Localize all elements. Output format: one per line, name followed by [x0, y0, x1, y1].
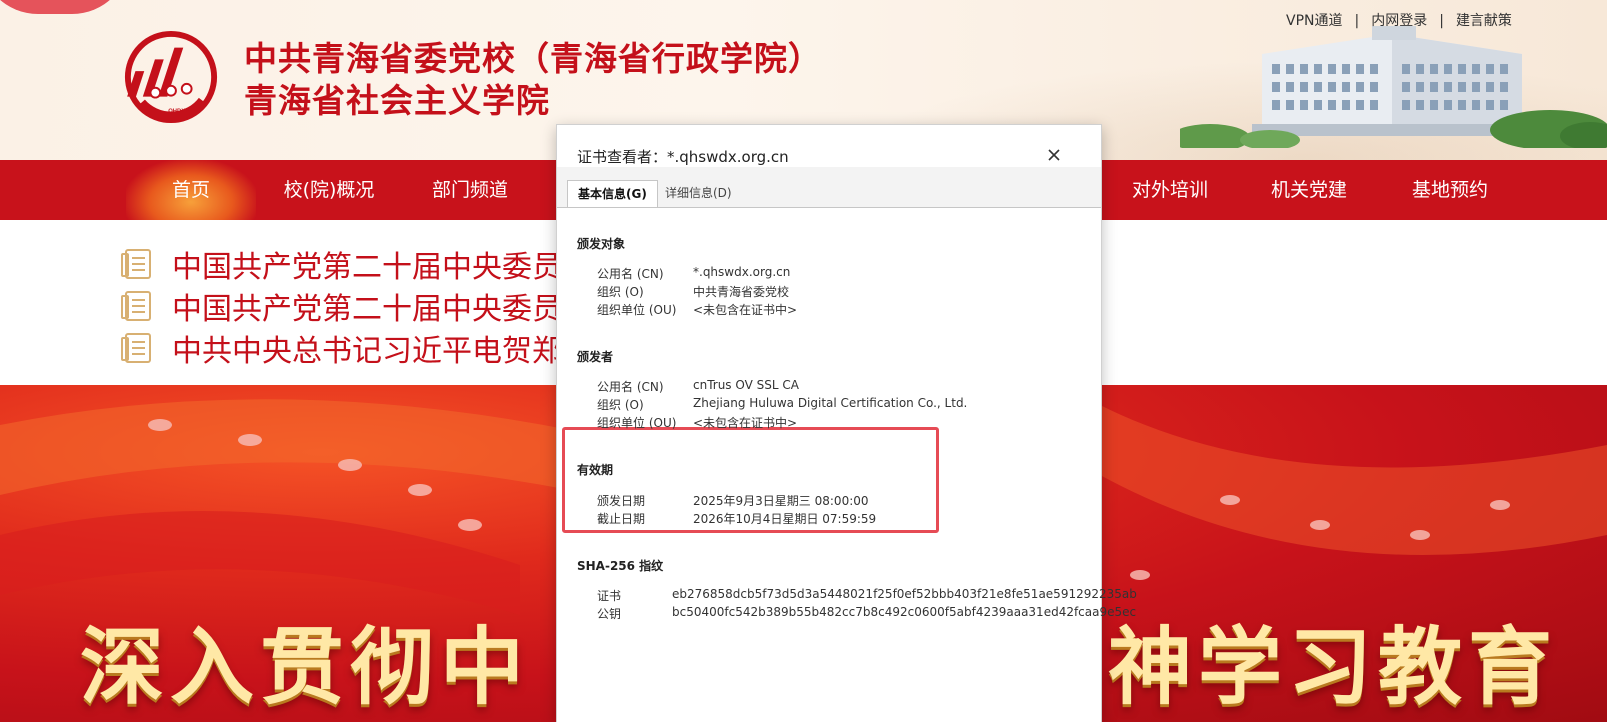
news-title: 中共中央总书记习近平电贺郑 [172, 334, 562, 369]
nav-base-booking[interactable]: 基地预约 [1385, 160, 1515, 220]
close-icon[interactable] [1042, 143, 1066, 167]
certificate-viewer-dialog: 证书查看者：*.qhswdx.org.cn 颁发对象 公用名 (CN) *.qh… [556, 124, 1137, 722]
field-label: 公用名 (CN) [597, 380, 664, 394]
dialog-body: 颁发对象 公用名 (CN) *.qhswdx.org.cn 组织 (O) 中共青… [557, 207, 1137, 722]
corner-swoosh-decoration [0, 0, 130, 14]
public-key-fingerprint: bc50400fc542b389b55b482cc7b8c492c0600f5a… [672, 605, 1137, 619]
news-title: 中国共产党第二十届中央委员 [172, 250, 562, 285]
field-value: 中共青海省委党校 [693, 285, 790, 299]
field-label: 截止日期 [597, 512, 646, 526]
field-value: 2026年10月4日星期日 07:59:59 [693, 512, 877, 526]
field-label: 组织 (O) [597, 398, 644, 412]
list-item[interactable]: 中国共产党第二十届中央委员 [120, 244, 562, 285]
section-heading-validity: 有效期 [577, 463, 614, 477]
document-icon [121, 249, 151, 279]
banner-slogan-left: 深入贯彻中 [80, 617, 531, 716]
section-heading-fingerprints: SHA-256 指纹 [577, 559, 664, 573]
toplink-separator: | [1439, 13, 1444, 29]
list-item[interactable]: 中国共产党第二十届中央委员 [120, 286, 562, 327]
field-value: <未包含在证书中> [693, 303, 798, 317]
site-title-line2: 青海省社会主义学院 [244, 81, 550, 120]
intranet-login-link[interactable]: 内网登录 [1371, 10, 1427, 30]
field-value: *.qhswdx.org.cn [693, 265, 791, 279]
vpn-link[interactable]: VPN通道 [1286, 10, 1343, 30]
field-label: 组织 (O) [597, 285, 644, 299]
nav-department-channel[interactable]: 部门频道 [405, 160, 535, 220]
section-heading-subject: 颁发对象 [577, 237, 626, 251]
list-item[interactable]: 中共中央总书记习近平电贺郑 [120, 328, 562, 369]
field-label: 组织单位 (OU) [597, 303, 677, 317]
field-label: 颁发日期 [597, 494, 646, 508]
site-title[interactable]: 中共青海省委党校（青海省行政学院） 青海省社会主义学院 [244, 38, 822, 122]
party-school-logo-icon[interactable]: QHDXB [122, 28, 220, 126]
nav-home[interactable]: 首页 [126, 160, 256, 220]
certificate-fingerprint: eb276858dcb5f73d5d3a5448021f25f0ef52bbb4… [672, 587, 1137, 601]
document-icon [121, 333, 151, 363]
nav-party-building[interactable]: 机关党建 [1244, 160, 1374, 220]
suggestion-link[interactable]: 建言献策 [1456, 10, 1512, 30]
field-label: 证书 [597, 589, 622, 603]
news-title: 中国共产党第二十届中央委员 [172, 292, 562, 327]
field-value: Zhejiang Huluwa Digital Certification Co… [693, 396, 968, 410]
trees-decoration [1180, 110, 1607, 148]
tab-details[interactable]: 详细信息(D) [655, 180, 742, 207]
nav-school-overview[interactable]: 校(院)概况 [264, 160, 394, 220]
field-value: cnTrus OV SSL CA [693, 378, 799, 392]
site-title-line1: 中共青海省委党校（青海省行政学院） [244, 39, 822, 78]
field-label: 公用名 (CN) [597, 267, 664, 281]
document-icon [121, 291, 151, 321]
section-heading-issuer: 颁发者 [577, 350, 614, 364]
nav-external-training[interactable]: 对外培训 [1105, 160, 1235, 220]
field-label: 公钥 [597, 607, 622, 621]
banner-slogan-right: 神学习教育 [1108, 617, 1559, 716]
field-label: 组织单位 (OU) [597, 416, 677, 430]
tab-basic-info[interactable]: 基本信息(G) [567, 180, 658, 207]
field-value: 2025年9月3日星期三 08:00:00 [693, 494, 869, 508]
dialog-title: 证书查看者：*.qhswdx.org.cn [577, 148, 789, 166]
logo-caption: QHDXB [168, 108, 189, 114]
field-value: <未包含在证书中> [693, 416, 798, 430]
top-links: VPN通道 | 内网登录 | 建言献策 [1286, 10, 1512, 30]
toplink-separator: | [1354, 13, 1360, 29]
